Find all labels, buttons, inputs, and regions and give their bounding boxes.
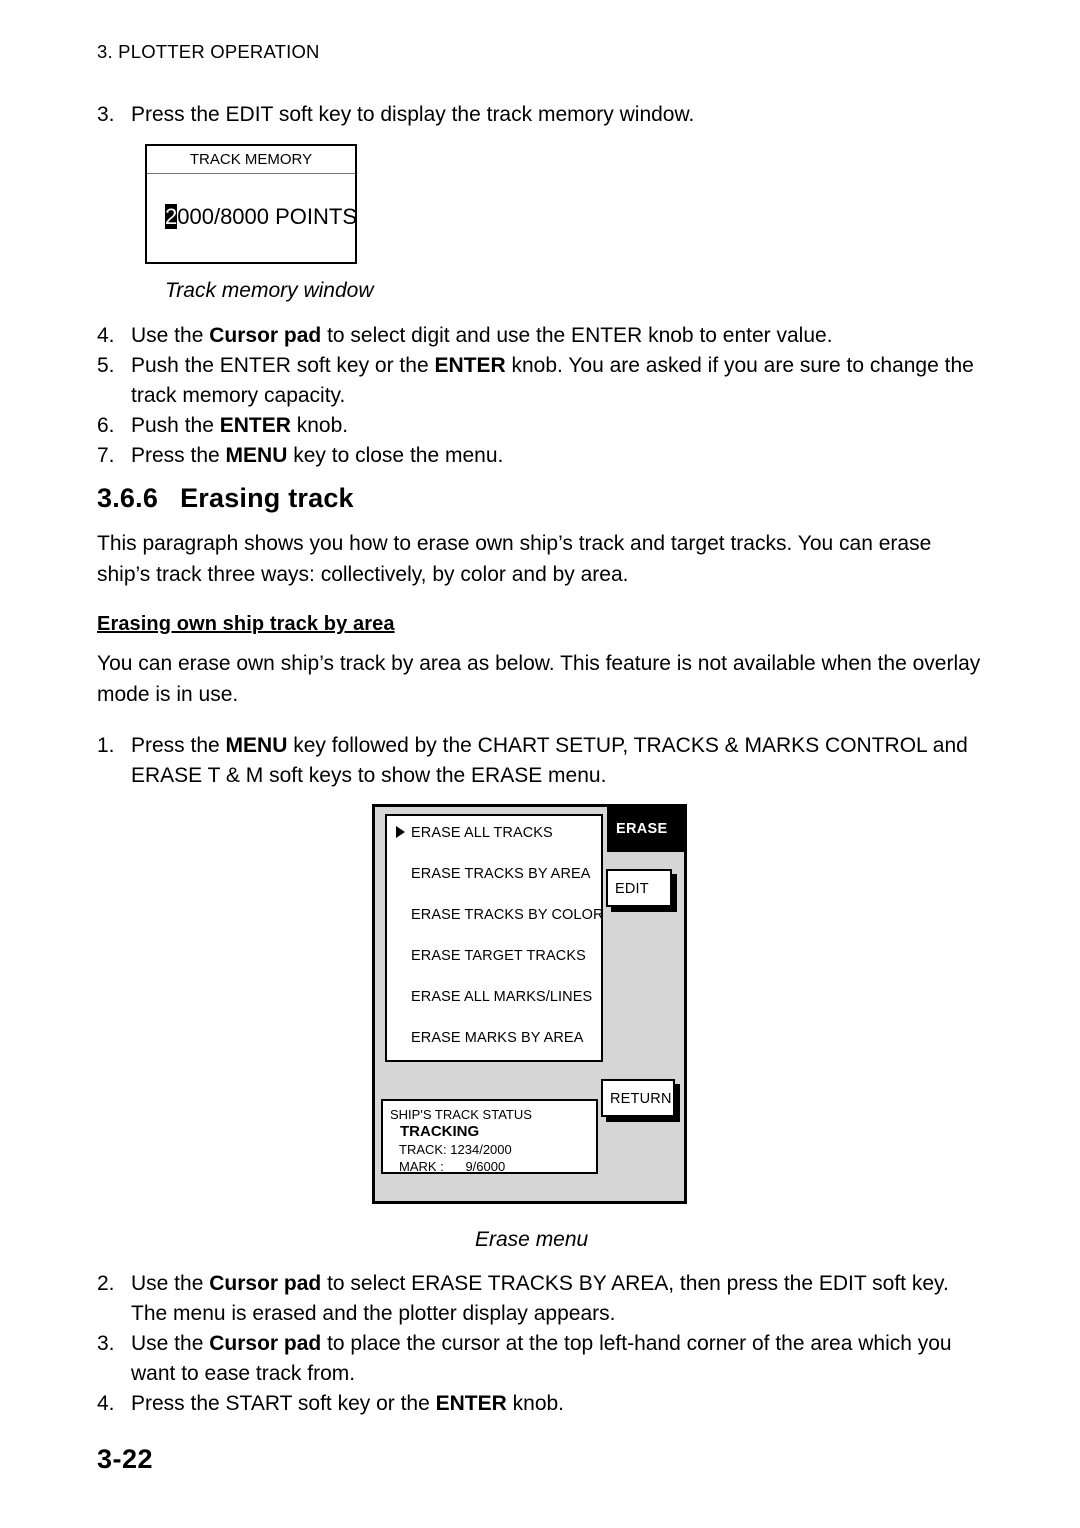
erase-menu-item[interactable]: ERASE ALL TRACKS: [396, 825, 553, 841]
step-item: 7. Press the MENU key to close the menu.: [97, 441, 987, 471]
erase-menu-item-label: ERASE TARGET TRACKS: [411, 948, 586, 964]
erase-menu-item[interactable]: ERASE TRACKS BY AREA: [396, 866, 591, 882]
sub-heading: Erasing own ship track by area: [97, 613, 395, 635]
softkey-edit[interactable]: EDIT: [606, 869, 672, 907]
page-number: 3-22: [97, 1444, 154, 1474]
page-title: 3.6.6 Erasing track: [97, 483, 354, 514]
step-number: 4.: [97, 324, 115, 347]
step-list-top: 3. Press the EDIT soft key to display the…: [97, 100, 987, 130]
status-title: SHIP'S TRACK STATUS: [390, 1107, 532, 1122]
step-number: 1.: [97, 734, 115, 757]
erase-menu-item[interactable]: ERASE MARKS BY AREA: [396, 1030, 583, 1046]
status-state: TRACKING: [400, 1123, 480, 1140]
emphasis-text: Cursor pad: [209, 1332, 322, 1355]
plain-text: knob.: [506, 1392, 565, 1415]
step-item: 3. Use the Cursor pad to place the cursor…: [97, 1329, 987, 1389]
step-number: 2.: [97, 1272, 115, 1295]
step-number: 3.: [97, 103, 115, 126]
status-track-count: TRACK: 1234/2000: [399, 1142, 512, 1157]
selected-digit[interactable]: 2: [165, 204, 178, 229]
erase-menu-item[interactable]: ERASE ALL MARKS/LINES: [396, 989, 592, 1005]
step-item: 4. Press the START soft key or the ENTER …: [97, 1389, 987, 1419]
plain-text: Press the START soft key or the: [131, 1392, 436, 1415]
step-text: Press the MENU key followed by the CHART…: [131, 731, 987, 791]
erase-menu-figure: ERASE ALL TRACKS ERASE TRACKS BY AREA ERAS…: [372, 804, 687, 1204]
plain-text: Push the: [131, 414, 220, 437]
emphasis-text: Cursor pad: [209, 324, 322, 347]
erase-menu-item-label: ERASE TRACKS BY COLOR: [411, 907, 604, 923]
track-memory-value: 2000/8000 POINTS: [165, 204, 357, 230]
track-memory-window: TRACK MEMORY 2000/8000 POINTS: [145, 144, 357, 264]
emphasis-text: Cursor pad: [209, 1272, 322, 1295]
track-memory-title: TRACK MEMORY: [147, 146, 355, 174]
softkey-return[interactable]: RETURN: [601, 1079, 675, 1117]
running-header: 3. PLOTTER OPERATION: [97, 41, 320, 62]
plain-text: Press the: [131, 734, 226, 757]
plain-text: Press the: [131, 444, 226, 467]
erase-menu-item[interactable]: ERASE TRACKS BY COLOR: [396, 907, 604, 923]
section-number: 3.6.6: [97, 483, 159, 513]
cursor-triangle-icon: [396, 826, 405, 838]
step-item: 4. Use the Cursor pad to select digit and…: [97, 321, 987, 351]
step-item: 2. Use the Cursor pad to select ERASE TRA…: [97, 1269, 987, 1329]
step-item: 3. Press the EDIT soft key to display the…: [97, 100, 987, 130]
plain-text: knob.: [290, 414, 349, 437]
step-number: 5.: [97, 354, 115, 377]
step-text: Use the Cursor pad to select ERASE TRACK…: [131, 1269, 987, 1329]
step-list-erase-rest: 2. Use the Cursor pad to select ERASE TRA…: [97, 1269, 987, 1419]
erase-menu-item[interactable]: ERASE TARGET TRACKS: [396, 948, 586, 964]
track-memory-caption: Track memory window: [165, 279, 374, 302]
step-item: 1. Press the MENU key followed by the CHA…: [97, 731, 987, 791]
erase-menu-item-label: ERASE MARKS BY AREA: [411, 1030, 584, 1046]
plain-text: key to close the menu.: [287, 444, 504, 467]
step-text: Press the EDIT soft key to display the t…: [131, 100, 987, 130]
plain-text: Use the: [131, 1272, 210, 1295]
step-list-mid: 4. Use the Cursor pad to select digit and…: [97, 321, 987, 471]
section-title: Erasing track: [180, 483, 354, 513]
ships-track-status-box: SHIP'S TRACK STATUS TRACKING TRACK: 1234…: [381, 1099, 598, 1174]
status-mark-count: MARK : 9/6000: [399, 1159, 506, 1174]
track-memory-body: 2000/8000 POINTS: [147, 174, 357, 262]
step-list-erase-1: 1. Press the MENU key followed by the CHA…: [97, 731, 987, 791]
erase-menu-item-label: ERASE TRACKS BY AREA: [411, 866, 591, 882]
step-item: 5. Push the ENTER soft key or the ENTER k…: [97, 351, 987, 411]
step-number: 3.: [97, 1332, 115, 1355]
step-number: 6.: [97, 414, 115, 437]
softkey-header-erase: ERASE: [607, 807, 684, 852]
emphasis-text: ENTER: [434, 354, 506, 377]
plain-text: Use the: [131, 1332, 210, 1355]
emphasis-text: MENU: [225, 734, 288, 757]
emphasis-text: ENTER: [219, 414, 291, 437]
step-text: Push the ENTER knob.: [131, 411, 987, 441]
plain-text: Push the ENTER soft key or the: [131, 354, 435, 377]
step-text: Use the Cursor pad to select digit and u…: [131, 321, 987, 351]
erase-menu-item-label: ERASE ALL TRACKS: [411, 825, 553, 841]
step-text: Press the MENU key to close the menu.: [131, 441, 987, 471]
erase-menu-caption: Erase menu: [475, 1228, 589, 1251]
section-intro: This paragraph shows you how to erase ow…: [97, 532, 932, 586]
erase-menu-list: ERASE ALL TRACKS ERASE TRACKS BY AREA ERAS…: [385, 814, 603, 1062]
emphasis-text: MENU: [225, 444, 288, 467]
step-text: Push the ENTER soft key or the ENTER kno…: [131, 351, 987, 411]
step-number: 7.: [97, 444, 115, 467]
step-text: Press the START soft key or the ENTER kn…: [131, 1389, 987, 1419]
plain-text: Use the: [131, 324, 210, 347]
erase-menu-item-label: ERASE ALL MARKS/LINES: [411, 989, 593, 1005]
step-text: Use the Cursor pad to place the cursor a…: [131, 1329, 987, 1389]
plain-text: to select digit and use the ENTER knob t…: [321, 324, 833, 347]
sub-intro: You can erase own ship’s track by area a…: [97, 652, 981, 706]
emphasis-text: ENTER: [435, 1392, 507, 1415]
plain-text: Press the EDIT soft key to display the t…: [131, 103, 695, 126]
step-number: 4.: [97, 1392, 115, 1415]
step-item: 6. Push the ENTER knob.: [97, 411, 987, 441]
value-remainder: 000/8000 POINTS: [177, 204, 358, 229]
